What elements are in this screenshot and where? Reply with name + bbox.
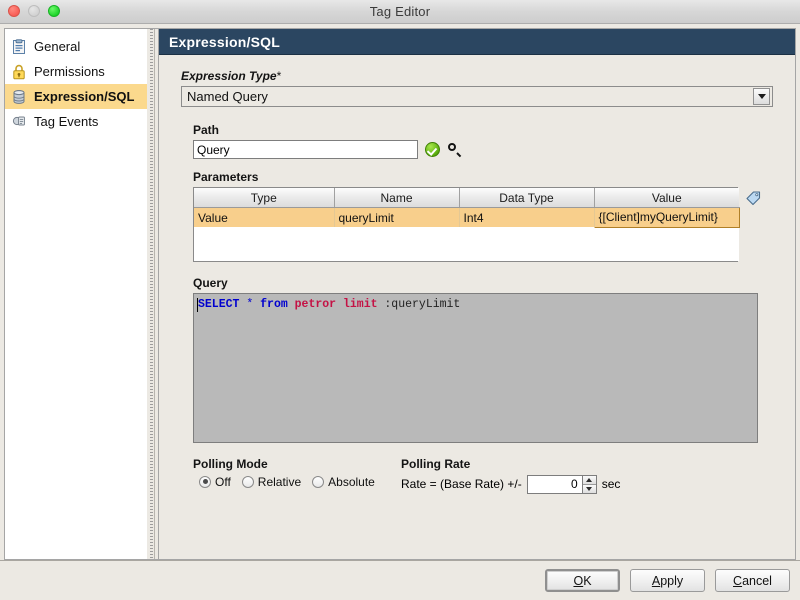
sql-token-table: petror (294, 297, 337, 311)
sql-token-keyword: SELECT (198, 297, 240, 311)
path-input[interactable]: Query (193, 140, 418, 159)
stepper-increment-button[interactable] (582, 475, 596, 485)
stepper-decrement-button[interactable] (582, 484, 596, 493)
content-pane: Expression/SQL Expression Type* Named Qu… (158, 28, 796, 560)
sidebar-splitter[interactable] (147, 28, 158, 560)
parameters-label: Parameters (193, 170, 259, 184)
parameters-table[interactable]: Type Name Data Type Value Value queryLim… (193, 187, 740, 262)
stepper-buttons (582, 474, 597, 494)
radio-polling-off[interactable]: Off (199, 475, 231, 489)
cell-type[interactable]: Value (194, 207, 335, 227)
cancel-button-label: Cancel (733, 573, 772, 588)
window-title: Tag Editor (369, 4, 431, 19)
polling-mode-group: Polling Mode Off Relative Absolute (193, 457, 401, 489)
section-title: Expression/SQL (159, 29, 795, 55)
sidebar-item-label: Permissions (34, 64, 105, 79)
event-icon (11, 114, 27, 130)
path-label: Path (193, 123, 220, 137)
radio-label: Absolute (328, 474, 375, 489)
tag-editor-window: Tag Editor General Permissions Expressio… (0, 0, 800, 600)
polling-section: Polling Mode Off Relative Absolute Polli… (193, 457, 773, 494)
sidebar-item-label: Expression/SQL (34, 89, 135, 104)
sidebar-item-general[interactable]: General (5, 34, 147, 59)
ok-button-label: OK (573, 573, 592, 588)
window-controls (8, 5, 60, 17)
radio-indicator (312, 475, 325, 488)
cell-value[interactable]: {[Client]myQueryLimit} (593, 207, 740, 228)
column-header-type[interactable]: Type (194, 188, 335, 208)
polling-rate-input[interactable]: 0 (526, 474, 583, 494)
query-editor[interactable]: SELECT * from petror limit :queryLimit (193, 292, 758, 443)
table-empty-area (194, 227, 739, 261)
text-caret (197, 297, 198, 312)
sql-token-param: :queryLimit (384, 297, 461, 311)
polling-rate-label: Polling Rate (401, 456, 471, 471)
radio-indicator (241, 475, 254, 488)
polling-rate-row: Rate = (Base Rate) +/- 0 sec (401, 474, 621, 494)
dialog-body: General Permissions Expression/SQL Tag E… (0, 24, 800, 560)
sql-token-from: from (260, 297, 288, 311)
ok-button[interactable]: OK (545, 569, 620, 592)
radio-polling-absolute[interactable]: Absolute (312, 475, 375, 489)
polling-mode-radios: Off Relative Absolute (199, 475, 401, 489)
sidebar-item-label: Tag Events (34, 114, 99, 129)
column-header-data-type[interactable]: Data Type (459, 188, 595, 208)
cell-name[interactable]: queryLimit (334, 207, 460, 227)
query-label: Query (193, 275, 228, 290)
minimize-window-button[interactable] (28, 5, 40, 17)
tag-icon[interactable] (745, 189, 762, 206)
path-input-value: Query (197, 142, 230, 157)
path-row: Query (193, 140, 773, 159)
green-check-icon (425, 142, 440, 157)
polling-mode-label: Polling Mode (193, 456, 268, 471)
expression-type-label-text: Expression Type (181, 69, 277, 83)
polling-rate-prefix: Rate = (Base Rate) +/- (401, 477, 522, 491)
clipboard-icon (11, 38, 27, 55)
expression-type-select[interactable]: Named Query (181, 86, 773, 107)
category-sidebar: General Permissions Expression/SQL Tag E… (4, 28, 147, 560)
table-row[interactable]: Value queryLimit Int4 {[Client]myQueryLi… (194, 207, 740, 228)
expression-type-label: Expression Type* (181, 69, 773, 83)
parameters-table-wrap: Type Name Data Type Value Value queryLim… (193, 187, 773, 276)
column-header-value[interactable]: Value (594, 188, 739, 208)
table-header-row: Type Name Data Type Value (194, 188, 739, 208)
polling-rate-stepper[interactable]: 0 (526, 474, 597, 494)
sql-token-limit: limit (342, 297, 378, 311)
apply-button[interactable]: Apply (630, 569, 705, 592)
expression-type-value: Named Query (187, 89, 268, 104)
chevron-down-icon[interactable] (753, 88, 770, 105)
window-titlebar: Tag Editor (0, 0, 800, 24)
radio-polling-relative[interactable]: Relative (241, 474, 302, 489)
sidebar-item-label: General (34, 39, 81, 54)
database-icon (11, 89, 27, 105)
radio-label: Off (215, 474, 231, 489)
cancel-button[interactable]: Cancel (715, 569, 790, 592)
column-header-name[interactable]: Name (334, 188, 460, 208)
query-text: SELECT * from petror limit :queryLimit (198, 298, 460, 311)
sidebar-item-expression-sql[interactable]: Expression/SQL (5, 84, 147, 109)
radio-indicator (199, 475, 211, 488)
polling-rate-group: Polling Rate Rate = (Base Rate) +/- 0 se… (401, 457, 620, 494)
expression-sql-form: Expression Type* Named Query Path Query (159, 55, 795, 559)
radio-label: Relative (257, 474, 302, 489)
cell-data-type[interactable]: Int4 (459, 207, 595, 227)
close-window-button[interactable] (8, 5, 20, 17)
lock-icon (11, 64, 27, 80)
dialog-footer: OK Apply Cancel (0, 560, 800, 600)
sidebar-item-tag-events[interactable]: Tag Events (5, 109, 147, 134)
maximize-window-button[interactable] (48, 5, 60, 17)
apply-button-label: Apply (651, 573, 684, 588)
required-marker: * (276, 69, 282, 83)
sidebar-item-permissions[interactable]: Permissions (5, 59, 147, 84)
search-icon[interactable] (447, 142, 462, 157)
polling-rate-units: sec (601, 477, 621, 491)
